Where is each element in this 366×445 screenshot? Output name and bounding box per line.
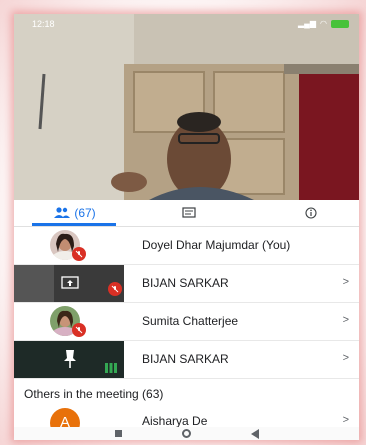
audio-level-icon (105, 363, 117, 373)
status-time: 12:18 (32, 19, 55, 29)
phone-screen: 12:18 ▂▄▆ ◠ (67) Doyel Dhar Majumdar (Yo… (14, 14, 359, 440)
mic-off-icon (72, 323, 86, 337)
video-scene (14, 14, 359, 200)
back-icon[interactable] (250, 428, 259, 439)
present-screen-icon (61, 276, 79, 289)
tab-info[interactable] (296, 200, 326, 226)
participant-list: Doyel Dhar Majumdar (You) BIJAN SARKAR > (14, 227, 359, 379)
meeting-tabs: (67) (14, 200, 359, 227)
participant-name: BIJAN SARKAR (142, 352, 229, 366)
people-count: (67) (74, 206, 96, 220)
others-section-header: Others in the meeting (63) (14, 380, 359, 406)
mic-off-icon (72, 247, 86, 261)
video-feed[interactable]: 12:18 ▂▄▆ ◠ (14, 14, 359, 200)
chevron-right-icon[interactable]: > (343, 314, 349, 326)
screen-share-tile (14, 265, 124, 302)
others-section-title: Others in the meeting (63) (24, 387, 164, 401)
wifi-icon: ◠ (320, 19, 327, 28)
signal-icon: ▂▄▆ (298, 19, 317, 28)
pin-icon (64, 350, 76, 368)
participant-row[interactable]: BIJAN SARKAR > (14, 265, 359, 303)
recents-icon[interactable] (114, 430, 122, 437)
participant-name: Aisharya De (142, 414, 208, 428)
people-icon (54, 207, 71, 218)
chevron-right-icon[interactable]: > (343, 352, 349, 364)
chevron-right-icon[interactable]: > (343, 276, 349, 288)
tab-chat[interactable] (174, 200, 204, 226)
status-bar: 12:18 ▂▄▆ ◠ (14, 14, 359, 36)
battery-icon (331, 19, 349, 28)
participant-row[interactable]: Sumita Chatterjee > (14, 303, 359, 341)
participant-row[interactable]: BIJAN SARKAR > (14, 341, 359, 379)
chat-icon (182, 207, 196, 218)
participant-name: Doyel Dhar Majumdar (You) (142, 238, 291, 252)
active-tab-indicator (32, 223, 116, 226)
home-icon[interactable] (181, 429, 191, 438)
navigation-bar (14, 427, 359, 440)
status-icons: ▂▄▆ ◠ (298, 19, 349, 28)
video-tile (14, 341, 124, 378)
participant-name: Sumita Chatterjee (142, 314, 239, 328)
chevron-right-icon[interactable]: > (343, 414, 349, 426)
mic-off-icon (108, 282, 122, 296)
participant-name: BIJAN SARKAR (142, 276, 229, 290)
participant-row[interactable]: Doyel Dhar Majumdar (You) (14, 227, 359, 265)
info-icon (305, 207, 317, 219)
